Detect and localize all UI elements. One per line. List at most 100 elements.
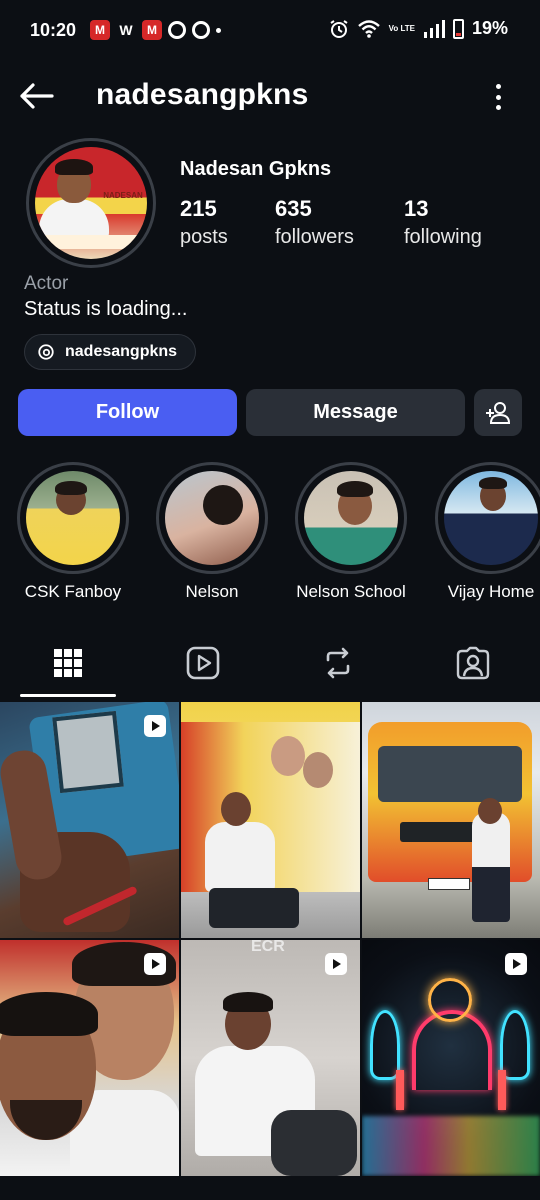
tab-tagged[interactable] — [405, 632, 540, 694]
tab-posts-grid[interactable] — [0, 632, 135, 694]
status-right: Vo LTE 19% — [329, 18, 508, 39]
ring-icon — [192, 21, 210, 39]
reel-badge-icon — [505, 953, 527, 975]
profile-avatar[interactable]: NADESAN — [26, 138, 156, 268]
post-thumbnail[interactable] — [362, 940, 540, 1176]
post-content — [498, 1070, 506, 1110]
highlight-image — [165, 471, 259, 565]
volte-indicator: Vo LTE — [388, 23, 415, 33]
grid-icon — [53, 649, 82, 677]
alarm-icon — [330, 19, 348, 38]
avatar-banner-text: NADESAN — [103, 191, 143, 200]
profile-bio: Status is loading... — [24, 298, 188, 320]
post-watermark: ECR — [251, 940, 285, 955]
reel-badge-icon — [144, 953, 166, 975]
gmail-icon: M — [142, 20, 162, 40]
threads-link[interactable]: nadesangpkns — [24, 334, 197, 370]
post-content — [362, 1116, 540, 1176]
highlight-label: CSK Fanboy — [24, 582, 122, 601]
tab-reposts[interactable] — [270, 632, 405, 694]
back-arrow-icon — [20, 83, 54, 109]
post-content — [428, 978, 472, 1022]
display-name: Nadesan Gpkns — [180, 158, 332, 180]
threads-handle: nadesangpkns — [65, 343, 178, 360]
reels-icon — [186, 646, 219, 680]
stat-value: 13 — [404, 196, 429, 221]
stat-value: 635 — [275, 196, 312, 221]
wifi-icon — [357, 19, 380, 38]
avatar-image: NADESAN — [35, 147, 147, 259]
highlight-ring — [295, 462, 407, 574]
follow-button[interactable]: Follow — [18, 389, 237, 436]
avatar-strip — [35, 235, 147, 249]
post-thumbnail[interactable]: ECR — [181, 940, 360, 1176]
battery-level — [455, 32, 461, 36]
highlight-label: Nelson — [185, 582, 239, 601]
post-content — [223, 992, 273, 1012]
post-thumbnail[interactable] — [362, 702, 540, 938]
stat-posts[interactable]: 215 posts — [180, 196, 228, 249]
profile-username: nadesangpkns — [96, 78, 309, 111]
post-content — [209, 888, 299, 928]
kid-hair — [337, 481, 373, 497]
battery-percent: 19% — [471, 18, 508, 38]
profile-category: Actor — [24, 273, 69, 294]
more-dot — [495, 105, 501, 110]
highlight-ring — [156, 462, 268, 574]
highlight-image — [26, 471, 120, 565]
notification-icons: M W M — [90, 20, 221, 40]
threads-icon — [38, 344, 54, 360]
status-time: 10:20 — [30, 20, 77, 40]
active-tab-indicator — [20, 694, 116, 697]
post-content — [378, 746, 522, 802]
gmail-icon: M — [90, 20, 110, 40]
highlight-image — [304, 471, 398, 565]
avatar-hair — [55, 159, 93, 175]
bottom-edge — [0, 1178, 540, 1200]
post-thumbnail[interactable] — [0, 702, 179, 938]
post-content — [205, 822, 275, 892]
kid-hair — [55, 481, 87, 495]
suggested-users-button[interactable] — [474, 389, 522, 436]
tagged-icon — [456, 646, 489, 680]
stat-following[interactable]: 13 following — [404, 196, 482, 249]
highlight-csk-fanboy[interactable]: CSK Fanboy — [3, 462, 143, 602]
highlight-vijay-home[interactable]: Vijay Home — [421, 462, 540, 602]
post-content — [303, 752, 333, 788]
post-thumbnail[interactable] — [181, 702, 360, 938]
posts-grid: ECR — [0, 702, 540, 1200]
more-dot — [495, 84, 501, 89]
post-content — [221, 792, 251, 826]
highlight-label: Vijay Home — [447, 582, 535, 601]
person-hair — [479, 477, 507, 489]
battery-icon — [452, 18, 464, 39]
post-content — [412, 1010, 492, 1090]
stat-label: posts — [180, 226, 228, 248]
post-content — [428, 878, 470, 890]
post-content — [0, 992, 98, 1036]
more-options-button[interactable] — [486, 80, 510, 114]
highlight-ring — [435, 462, 540, 574]
highlight-label: Nelson School — [296, 582, 406, 601]
kid-hair — [203, 485, 243, 525]
story-highlights: CSK Fanboy Nelson Nelson School Vijay Ho… — [0, 462, 540, 612]
highlight-image — [444, 471, 538, 565]
stat-followers[interactable]: 635 followers — [275, 196, 354, 249]
tab-reels[interactable] — [135, 632, 270, 694]
post-content — [472, 812, 510, 922]
highlight-ring — [17, 462, 129, 574]
avatar-shirt — [39, 199, 109, 239]
stat-value: 215 — [180, 196, 217, 221]
reel-badge-icon — [325, 953, 347, 975]
post-content — [478, 798, 502, 824]
post-content — [271, 1110, 357, 1176]
post-thumbnail[interactable] — [0, 940, 179, 1176]
reel-badge-icon — [144, 715, 166, 737]
back-button[interactable] — [14, 76, 58, 116]
chat-icon — [168, 21, 186, 39]
stat-label: followers — [275, 226, 354, 248]
message-button[interactable]: Message — [246, 389, 465, 436]
add-user-icon — [486, 401, 511, 424]
highlight-nelson-school[interactable]: Nelson School — [281, 462, 421, 602]
highlight-nelson[interactable]: Nelson — [142, 462, 282, 602]
